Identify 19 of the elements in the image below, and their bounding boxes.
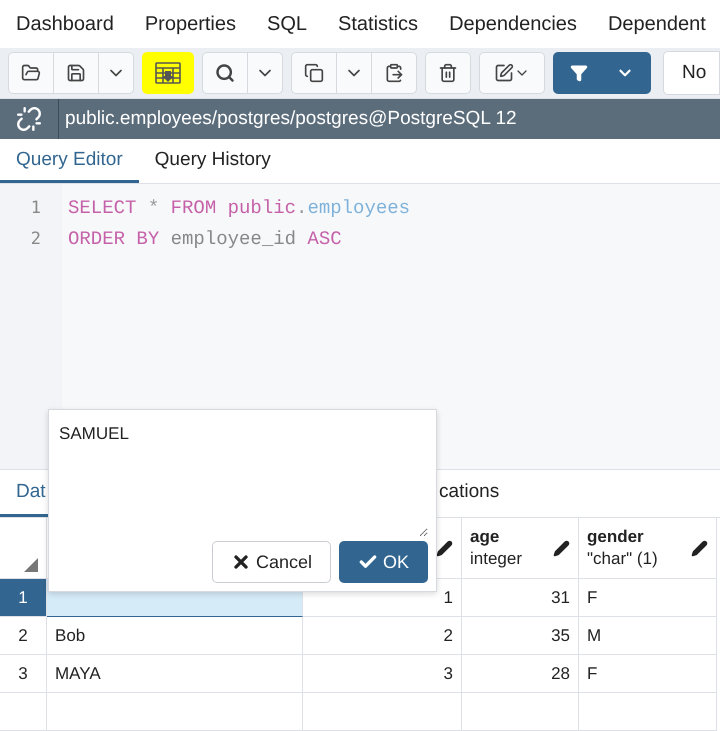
column-type: "char" (1) <box>587 549 659 569</box>
table-cell: M <box>579 617 717 655</box>
column-name: age <box>470 527 500 547</box>
column-name: gender <box>587 527 645 547</box>
line-number: 1 <box>30 197 42 220</box>
code-line: SELECT * FROM public.employees <box>68 197 410 219</box>
table-cell: 3 <box>303 655 462 693</box>
table-cell: MAYA <box>47 655 303 693</box>
table-cell: F <box>579 655 717 693</box>
line-number: 2 <box>30 228 42 251</box>
table-cell: 31 <box>462 579 579 617</box>
column-type: integer <box>470 549 523 569</box>
table-cell: 35 <box>462 617 579 655</box>
table-cell: 2 <box>303 617 462 655</box>
code-line: ORDER BY employee_id ASC <box>68 228 342 250</box>
table-cell: Bob <box>47 617 303 655</box>
table-cell: F <box>579 579 717 617</box>
connection-path: public.employees/postgres/postgres@PostgreSQL 12 <box>64 108 517 130</box>
table-cell: 28 <box>462 655 579 693</box>
